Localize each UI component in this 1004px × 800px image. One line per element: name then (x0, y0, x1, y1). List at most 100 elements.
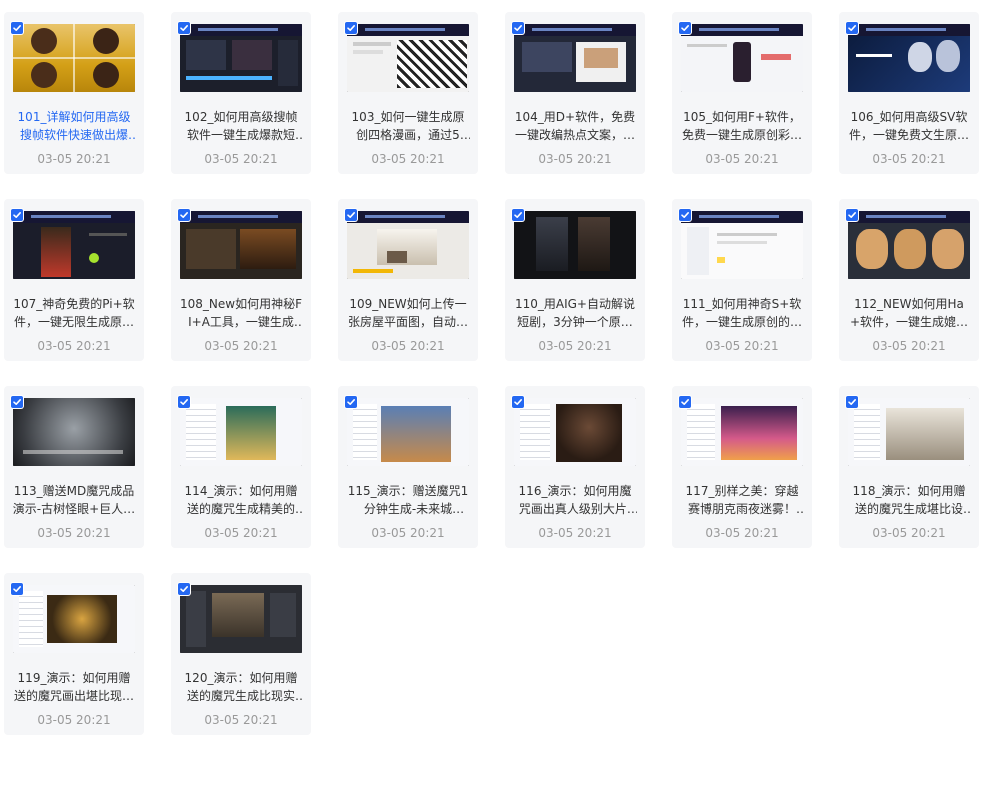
video-thumbnail[interactable] (347, 211, 469, 279)
file-card[interactable]: 106_如何用高级SV软件，一键免费文生原… 03-05 20:21 (839, 12, 979, 174)
file-time: 03-05 20:21 (538, 526, 612, 540)
video-thumbnail[interactable] (180, 24, 302, 92)
video-thumbnail[interactable] (180, 211, 302, 279)
file-card[interactable]: 111_如何用神奇S+软件，一键生成原创的… 03-05 20:21 (672, 199, 812, 361)
file-title[interactable]: 103_如何一键生成原创四格漫画，通过5种… (346, 108, 470, 144)
file-title[interactable]: 120_演示：如何用赠送的魔咒生成比现实还… (179, 669, 303, 705)
file-card[interactable]: 101_详解如何用高级搜帧软件快速做出爆款… 03-05 20:21 (4, 12, 144, 174)
video-thumbnail[interactable] (13, 24, 135, 92)
file-time: 03-05 20:21 (204, 339, 278, 353)
file-title[interactable]: 101_详解如何用高级搜帧软件快速做出爆款… (12, 108, 136, 144)
file-time: 03-05 20:21 (371, 339, 445, 353)
file-title[interactable]: 119_演示：如何用赠送的魔咒画出堪比现… (12, 669, 136, 705)
file-time: 03-05 20:21 (705, 526, 779, 540)
file-title[interactable]: 102_如何用高级搜帧软件一键生成爆款短视… (179, 108, 303, 144)
checkbox-checked-icon[interactable] (178, 583, 190, 595)
video-thumbnail[interactable] (180, 585, 302, 653)
file-card[interactable]: 103_如何一键生成原创四格漫画，通过5种… 03-05 20:21 (338, 12, 478, 174)
video-thumbnail[interactable] (514, 24, 636, 92)
file-card[interactable]: 104_用D+软件，免费一键改编热点文案，… 03-05 20:21 (505, 12, 645, 174)
file-time: 03-05 20:21 (872, 339, 946, 353)
file-card[interactable]: 115_演示：赠送魔咒1分钟生成-未来城市、… 03-05 20:21 (338, 386, 478, 548)
file-title[interactable]: 111_如何用神奇S+软件，一键生成原创的… (680, 295, 804, 331)
checkbox-checked-icon[interactable] (512, 209, 524, 221)
file-card[interactable]: 119_演示：如何用赠送的魔咒画出堪比现… 03-05 20:21 (4, 573, 144, 735)
file-title[interactable]: 114_演示：如何用赠送的魔咒生成精美的书… (179, 482, 303, 518)
file-title[interactable]: 118_演示：如何用赠送的魔咒生成堪比设计… (847, 482, 971, 518)
video-thumbnail[interactable] (514, 398, 636, 466)
file-title[interactable]: 108_New如何用神秘FI+A工具，一键生成精… (179, 295, 303, 331)
file-title[interactable]: 113_赠送MD魔咒成品演示-古树怪眼+巨人… (12, 482, 136, 518)
file-time: 03-05 20:21 (37, 526, 111, 540)
file-time: 03-05 20:21 (538, 339, 612, 353)
video-thumbnail[interactable] (681, 24, 803, 92)
file-title[interactable]: 116_演示：如何用魔咒画出真人级别大片-非… (513, 482, 637, 518)
checkbox-checked-icon[interactable] (679, 396, 691, 408)
video-thumbnail[interactable] (347, 24, 469, 92)
checkbox-checked-icon[interactable] (846, 22, 858, 34)
video-thumbnail[interactable] (681, 211, 803, 279)
checkbox-checked-icon[interactable] (11, 209, 23, 221)
checkbox-checked-icon[interactable] (345, 22, 357, 34)
file-card[interactable]: 102_如何用高级搜帧软件一键生成爆款短视… 03-05 20:21 (171, 12, 311, 174)
video-thumbnail[interactable] (681, 398, 803, 466)
file-title[interactable]: 106_如何用高级SV软件，一键免费文生原… (847, 108, 971, 144)
checkbox-checked-icon[interactable] (512, 22, 524, 34)
file-time: 03-05 20:21 (371, 526, 445, 540)
file-title[interactable]: 112_NEW如何用Ha+软件，一键生成媲美SO… (847, 295, 971, 331)
checkbox-checked-icon[interactable] (846, 396, 858, 408)
file-card[interactable]: 116_演示：如何用魔咒画出真人级别大片-非… 03-05 20:21 (505, 386, 645, 548)
file-card[interactable]: 114_演示：如何用赠送的魔咒生成精美的书… 03-05 20:21 (171, 386, 311, 548)
video-thumbnail[interactable] (848, 398, 970, 466)
checkbox-checked-icon[interactable] (345, 396, 357, 408)
checkbox-checked-icon[interactable] (11, 583, 23, 595)
file-time: 03-05 20:21 (872, 526, 946, 540)
file-title[interactable]: 117_别样之美：穿越赛博朋克雨夜迷雾！带… (680, 482, 804, 518)
checkbox-checked-icon[interactable] (178, 22, 190, 34)
checkbox-checked-icon[interactable] (512, 396, 524, 408)
file-time: 03-05 20:21 (705, 339, 779, 353)
video-thumbnail[interactable] (848, 211, 970, 279)
file-time: 03-05 20:21 (204, 713, 278, 727)
checkbox-checked-icon[interactable] (846, 209, 858, 221)
file-time: 03-05 20:21 (371, 152, 445, 166)
checkbox-checked-icon[interactable] (679, 209, 691, 221)
file-time: 03-05 20:21 (705, 152, 779, 166)
video-thumbnail[interactable] (13, 585, 135, 653)
video-thumbnail[interactable] (180, 398, 302, 466)
file-time: 03-05 20:21 (538, 152, 612, 166)
file-title[interactable]: 104_用D+软件，免费一键改编热点文案，… (513, 108, 637, 144)
file-time: 03-05 20:21 (37, 152, 111, 166)
checkbox-checked-icon[interactable] (178, 396, 190, 408)
file-time: 03-05 20:21 (37, 339, 111, 353)
file-card[interactable]: 118_演示：如何用赠送的魔咒生成堪比设计… 03-05 20:21 (839, 386, 979, 548)
file-title[interactable]: 105_如何用F+软件，免费一键生成原创彩… (680, 108, 804, 144)
file-card[interactable]: 109_NEW如何上传一张房屋平面图，自动… 03-05 20:21 (338, 199, 478, 361)
file-title[interactable]: 110_用AIG+自动解说短剧，3分钟一个原… (513, 295, 637, 331)
file-title[interactable]: 115_演示：赠送魔咒1分钟生成-未来城市、… (346, 482, 470, 518)
file-card[interactable]: 105_如何用F+软件，免费一键生成原创彩… 03-05 20:21 (672, 12, 812, 174)
file-title[interactable]: 107_神奇免费的Pi+软件，一键无限生成原… (12, 295, 136, 331)
checkbox-checked-icon[interactable] (345, 209, 357, 221)
checkbox-checked-icon[interactable] (11, 22, 23, 34)
file-time: 03-05 20:21 (37, 713, 111, 727)
file-card[interactable]: 107_神奇免费的Pi+软件，一键无限生成原… 03-05 20:21 (4, 199, 144, 361)
file-card[interactable]: 113_赠送MD魔咒成品演示-古树怪眼+巨人… 03-05 20:21 (4, 386, 144, 548)
video-thumbnail[interactable] (13, 398, 135, 466)
file-card[interactable]: 117_别样之美：穿越赛博朋克雨夜迷雾！带… 03-05 20:21 (672, 386, 812, 548)
file-card[interactable]: 108_New如何用神秘FI+A工具，一键生成精… 03-05 20:21 (171, 199, 311, 361)
file-time: 03-05 20:21 (204, 526, 278, 540)
video-thumbnail[interactable] (347, 398, 469, 466)
checkbox-checked-icon[interactable] (178, 209, 190, 221)
file-time: 03-05 20:21 (872, 152, 946, 166)
file-card[interactable]: 110_用AIG+自动解说短剧，3分钟一个原… 03-05 20:21 (505, 199, 645, 361)
file-card[interactable]: 120_演示：如何用赠送的魔咒生成比现实还… 03-05 20:21 (171, 573, 311, 735)
checkbox-checked-icon[interactable] (11, 396, 23, 408)
file-time: 03-05 20:21 (204, 152, 278, 166)
checkbox-checked-icon[interactable] (679, 22, 691, 34)
video-thumbnail[interactable] (848, 24, 970, 92)
file-card[interactable]: 112_NEW如何用Ha+软件，一键生成媲美SO… 03-05 20:21 (839, 199, 979, 361)
video-thumbnail[interactable] (13, 211, 135, 279)
video-thumbnail[interactable] (514, 211, 636, 279)
file-title[interactable]: 109_NEW如何上传一张房屋平面图，自动… (346, 295, 470, 331)
